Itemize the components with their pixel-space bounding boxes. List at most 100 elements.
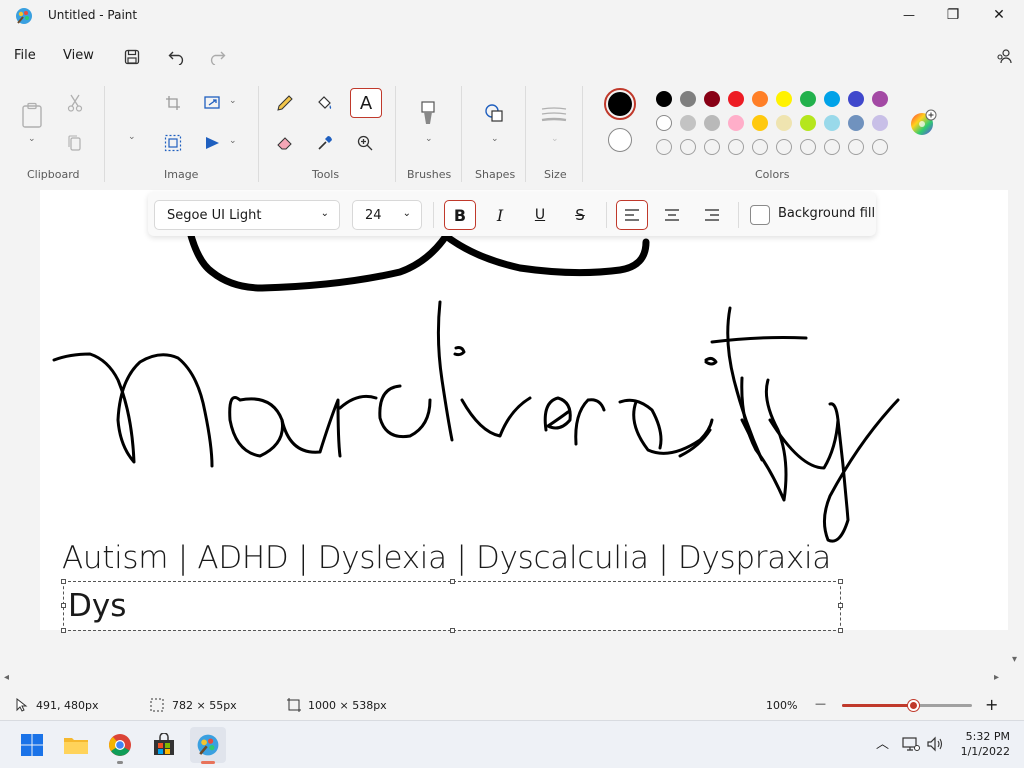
size-chevron-icon[interactable]: ⌄ [551,134,559,144]
color-swatch[interactable] [728,115,744,131]
color-swatch[interactable] [872,139,888,155]
color-swatch[interactable] [872,91,888,107]
magnifier-button[interactable] [352,130,378,156]
resize-handle[interactable] [61,579,66,584]
volume-icon[interactable] [926,736,944,752]
color-swatch[interactable] [824,115,840,131]
share-button[interactable] [990,44,1018,70]
rotate-chevron-icon[interactable]: ⌄ [229,136,237,146]
taskbar-paint[interactable] [190,727,226,764]
close-button[interactable]: ✕ [976,0,1022,30]
color-swatch[interactable] [680,139,696,155]
edit-colors-button[interactable] [908,108,938,138]
color-swatch[interactable] [704,139,720,155]
color-swatch[interactable] [680,115,696,131]
color-swatch[interactable] [704,115,720,131]
brushes-button[interactable] [415,98,441,128]
paste-chevron-icon[interactable]: ⌄ [28,134,36,144]
redo-button[interactable] [203,44,231,70]
color-swatch[interactable] [680,91,696,107]
color-swatch[interactable] [848,115,864,131]
horizontal-scrollbar[interactable]: ◂ ▸ [0,672,1010,688]
scroll-right-icon[interactable]: ▸ [994,672,999,683]
background-fill-checkbox[interactable] [750,205,770,225]
color-swatch[interactable] [776,115,792,131]
taskbar-store[interactable] [146,727,182,763]
zoom-in-button[interactable]: + [985,695,998,714]
rotate-button[interactable] [200,130,226,156]
color-swatch[interactable] [800,91,816,107]
color-swatch[interactable] [728,91,744,107]
align-left-button[interactable] [616,200,648,230]
shapes-chevron-icon[interactable]: ⌄ [491,134,499,144]
color-swatch[interactable] [848,91,864,107]
size-button[interactable] [541,102,567,128]
maximize-button[interactable]: ❐ [930,0,976,30]
show-hidden-icons-button[interactable]: ︿ [876,733,889,752]
fill-button[interactable] [312,90,338,116]
strikethrough-button[interactable]: S [564,200,596,230]
clock[interactable]: 5:32 PM 1/1/2022 [948,729,1010,759]
color-swatch[interactable] [776,139,792,155]
align-center-button[interactable] [656,200,688,230]
shapes-button[interactable] [481,100,507,126]
select-chevron-icon[interactable]: ⌄ [128,132,136,142]
image-select-button[interactable] [160,130,186,156]
undo-button[interactable] [163,44,191,70]
menu-view[interactable]: View [63,48,94,63]
color-swatch[interactable] [656,115,672,131]
copy-button[interactable] [62,130,88,156]
color-swatch[interactable] [776,91,792,107]
resize-handle[interactable] [838,628,843,633]
color-swatch[interactable] [752,115,768,131]
zoom-slider-thumb[interactable] [907,700,919,711]
color-swatch[interactable] [800,139,816,155]
minimize-button[interactable]: — [886,0,932,30]
color-swatch[interactable] [824,139,840,155]
primary-color[interactable] [604,88,636,120]
color-swatch[interactable] [752,139,768,155]
bold-button[interactable]: B [444,200,476,230]
underline-button[interactable]: U [524,200,556,230]
network-icon[interactable] [902,736,920,752]
menu-file[interactable]: File [14,48,36,63]
color-swatch[interactable] [656,139,672,155]
resize-handle[interactable] [838,603,843,608]
pencil-button[interactable] [272,90,298,116]
color-swatch[interactable] [656,91,672,107]
brushes-chevron-icon[interactable]: ⌄ [425,134,433,144]
zoom-out-button[interactable]: — [815,697,826,710]
font-family-dropdown[interactable]: Segoe UI Light ⌄ [154,200,340,230]
text-tool-button[interactable]: A [350,88,382,118]
resize-handle[interactable] [61,628,66,633]
taskbar-chrome[interactable] [102,727,138,764]
align-right-button[interactable] [696,200,728,230]
cut-button[interactable] [62,90,88,116]
color-picker-button[interactable] [312,130,338,156]
color-swatch[interactable] [872,115,888,131]
resize-handle[interactable] [838,579,843,584]
zoom-slider[interactable] [842,700,972,711]
color-swatch[interactable] [848,139,864,155]
color-swatch[interactable] [728,139,744,155]
paste-button[interactable] [18,100,46,130]
zoom-level[interactable]: 100% [766,699,797,712]
text-box[interactable]: Dys [61,579,843,633]
resize-handle[interactable] [450,579,455,584]
color-swatch[interactable] [704,91,720,107]
resize-chevron-icon[interactable]: ⌄ [229,96,237,106]
color-swatch[interactable] [800,115,816,131]
scroll-down-icon[interactable]: ▾ [1012,654,1017,665]
resize-handle[interactable] [450,628,455,633]
taskbar-file-explorer[interactable] [58,727,94,763]
secondary-color[interactable] [608,128,632,152]
color-swatch[interactable] [752,91,768,107]
crop-button[interactable] [160,90,186,116]
resize-handle[interactable] [61,603,66,608]
save-button[interactable] [118,44,146,70]
italic-button[interactable]: I [484,200,516,230]
scroll-left-icon[interactable]: ◂ [4,672,9,683]
color-swatch[interactable] [824,91,840,107]
font-size-dropdown[interactable]: 24 ⌄ [352,200,422,230]
eraser-button[interactable] [272,130,298,156]
